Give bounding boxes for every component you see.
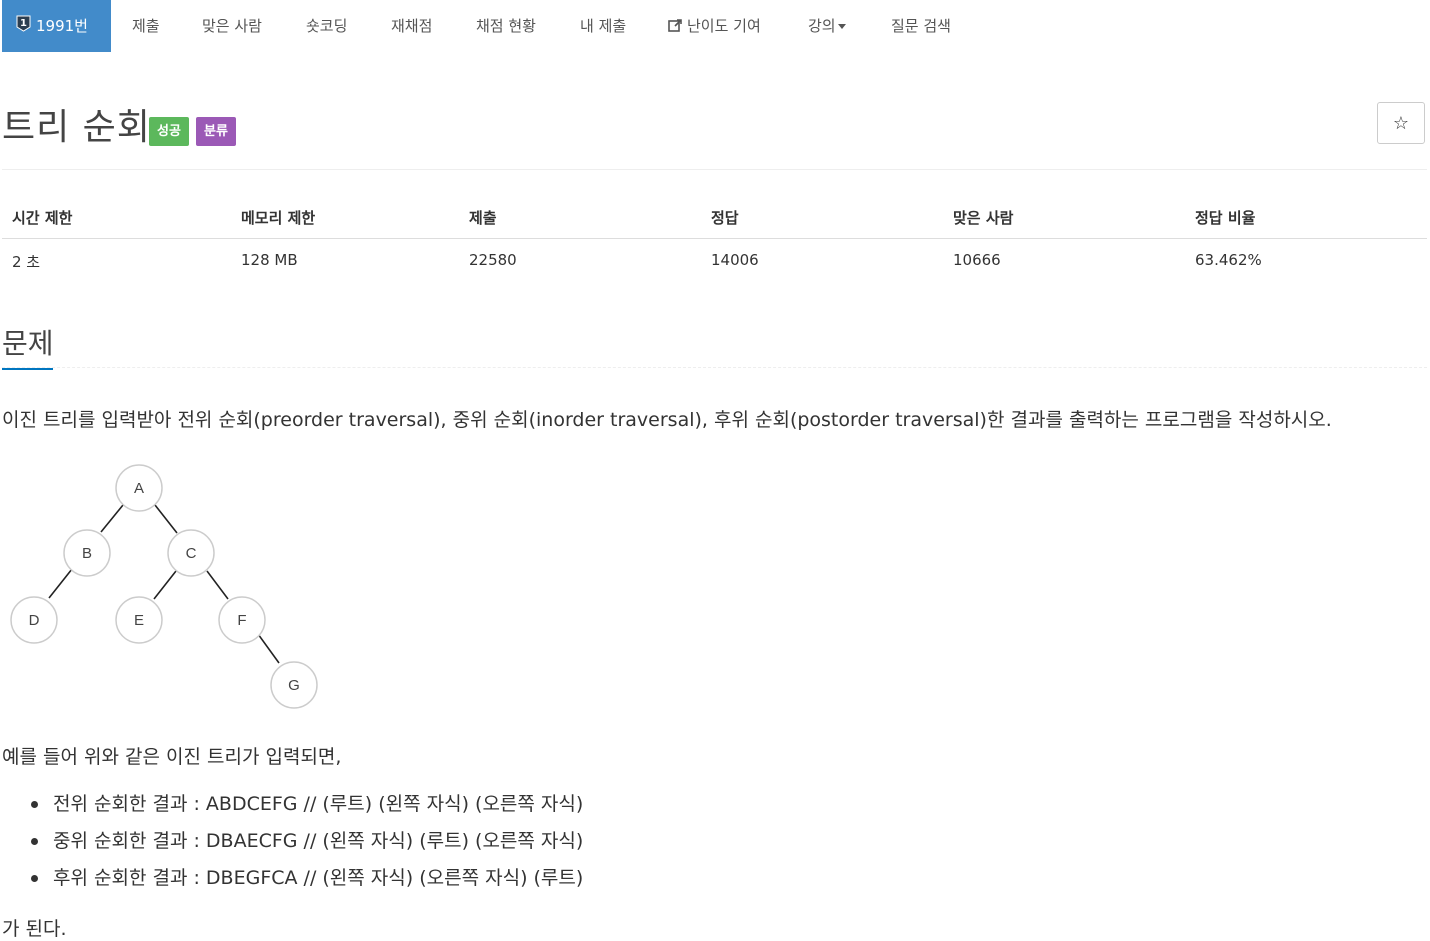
- tab-difficulty-contribution[interactable]: 난이도 기여: [668, 0, 761, 52]
- tree-node-g-label: G: [288, 677, 300, 694]
- inorder-result: 중위 순회한 결과 : DBAECFG // (왼쪽 자식) (루트) (오른쪽…: [53, 830, 584, 852]
- value-accept-ratio: 63.462%: [1195, 251, 1262, 269]
- tab-rejudge[interactable]: 재채점: [391, 0, 432, 52]
- header-submissions: 제출: [469, 209, 497, 227]
- section-title: 문제: [2, 327, 54, 360]
- tab-question-search[interactable]: 질문 검색: [891, 0, 951, 52]
- binary-tree-diagram: A B C D E F G: [10, 464, 318, 709]
- example-intro: 예를 들어 위와 같은 이진 트리가 입력되면,: [2, 746, 342, 768]
- problem-description: 이진 트리를 입력받아 전위 순회(preorder traversal), 중…: [2, 409, 1332, 431]
- tree-node-b-label: B: [82, 545, 92, 562]
- section-divider: [2, 367, 1427, 368]
- postorder-result: 후위 순회한 결과 : DBEGFCA // (왼쪽 자식) (오른쪽 자식) …: [53, 867, 584, 889]
- status-label-success: 성공: [149, 117, 189, 146]
- external-link-icon: [668, 19, 682, 32]
- value-accepted-users: 10666: [953, 251, 1001, 269]
- value-submissions: 22580: [469, 251, 517, 269]
- problem-nav: 1 1991번 제출 맞은 사람 숏코딩 재채점 채점 현황 내 제출 난이도 …: [0, 0, 1430, 52]
- value-accepted: 14006: [711, 251, 759, 269]
- tab-my-submissions[interactable]: 내 제출: [580, 0, 626, 52]
- tree-node-c-label: C: [186, 545, 197, 562]
- category-label[interactable]: 분류: [196, 117, 236, 146]
- list-item: 전위 순회한 결과 : ABDCEFG // (루트) (왼쪽 자식) (오른쪽…: [2, 790, 583, 827]
- bullet-icon: [31, 801, 38, 808]
- tier-badge-icon: 1: [16, 15, 31, 32]
- tab-problem[interactable]: 1 1991번: [2, 0, 111, 52]
- table-divider: [2, 238, 1427, 239]
- tab-submit[interactable]: 제출: [132, 0, 160, 52]
- tab-lectures-label: 강의: [808, 17, 836, 35]
- tree-node-d-label: D: [29, 612, 40, 629]
- tree-node-a-label: A: [134, 480, 144, 497]
- tab-status[interactable]: 채점 현황: [476, 0, 536, 52]
- bullet-icon: [31, 838, 38, 845]
- header-accept-ratio: 정답 비율: [1195, 209, 1256, 227]
- problem-number: 1991번: [36, 17, 88, 35]
- tab-short-coding[interactable]: 숏코딩: [306, 0, 347, 52]
- value-memory-limit: 128 MB: [241, 251, 298, 269]
- tab-difficulty-label: 난이도 기여: [687, 17, 761, 35]
- header-memory-limit: 메모리 제한: [241, 209, 316, 227]
- star-icon: ☆: [1392, 113, 1410, 134]
- tree-node-e-label: E: [134, 612, 144, 629]
- value-time-limit: 2 초: [12, 253, 41, 271]
- svg-text:1: 1: [20, 18, 27, 29]
- bullet-icon: [31, 875, 38, 882]
- header-time-limit: 시간 제한: [12, 209, 73, 227]
- list-item: 중위 순회한 결과 : DBAECFG // (왼쪽 자식) (루트) (오른쪽…: [2, 827, 583, 864]
- header-accepted: 정답: [711, 209, 739, 227]
- tab-accepted-users[interactable]: 맞은 사람: [202, 0, 262, 52]
- header-accepted-users: 맞은 사람: [953, 209, 1014, 227]
- list-item: 후위 순회한 결과 : DBEGFCA // (왼쪽 자식) (오른쪽 자식) …: [2, 864, 583, 901]
- conclusion-text: 가 된다.: [2, 918, 67, 940]
- star-button[interactable]: ☆: [1377, 102, 1425, 144]
- traversal-results-list: 전위 순회한 결과 : ABDCEFG // (루트) (왼쪽 자식) (오른쪽…: [2, 790, 583, 901]
- caret-down-icon: [837, 24, 846, 29]
- page-title: 트리 순회: [2, 107, 151, 148]
- header-divider: [2, 169, 1427, 170]
- section-title-underline: [2, 368, 53, 370]
- preorder-result: 전위 순회한 결과 : ABDCEFG // (루트) (왼쪽 자식) (오른쪽…: [53, 793, 584, 815]
- tree-node-f-label: F: [237, 612, 246, 629]
- tab-lectures[interactable]: 강의: [808, 0, 846, 52]
